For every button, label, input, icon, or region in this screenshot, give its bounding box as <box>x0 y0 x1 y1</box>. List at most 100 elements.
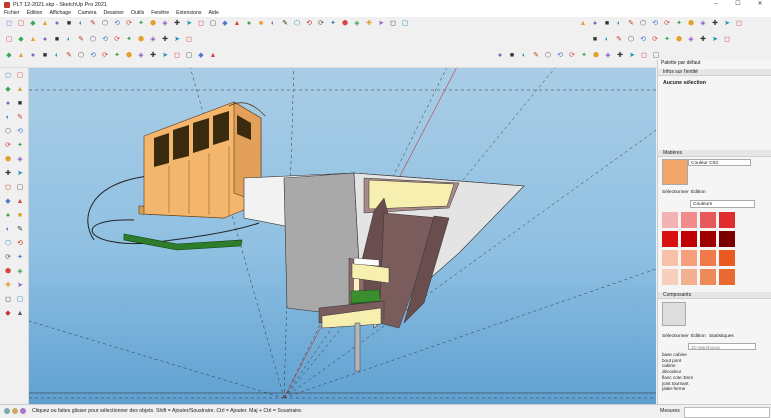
flip-edge-icon[interactable]: ⟳ <box>650 35 660 45</box>
add-location-icon[interactable]: ➤ <box>376 19 386 29</box>
paste-icon[interactable]: ■ <box>64 19 74 29</box>
material-swatch[interactable] <box>681 212 697 228</box>
follow-me-icon[interactable]: ◆ <box>4 51 14 61</box>
protractor-tool-icon[interactable]: ● <box>3 211 13 221</box>
shaded-textures-icon[interactable]: ➤ <box>722 19 732 29</box>
section-plane-icon[interactable]: ⟳ <box>112 35 122 45</box>
zoom-icon[interactable]: ◈ <box>352 19 362 29</box>
trash-icon[interactable]: ◻ <box>172 51 182 61</box>
scenes-icon[interactable]: ✦ <box>112 51 122 61</box>
walk-icon[interactable]: ⬡ <box>543 51 553 61</box>
look-around-icon[interactable]: ✎ <box>64 51 74 61</box>
copy-icon[interactable]: ● <box>52 19 62 29</box>
outer-shell-icon[interactable]: ● <box>28 51 38 61</box>
list-item[interactable]: plate-forme <box>662 386 693 392</box>
current-material-swatch[interactable] <box>662 159 688 185</box>
left-view-icon[interactable]: ⟲ <box>650 19 660 29</box>
sandbox-icon[interactable]: ■ <box>590 35 600 45</box>
tape-tool-icon[interactable]: ◆ <box>3 197 13 207</box>
shapes-icon[interactable]: ◻ <box>196 19 206 29</box>
material-swatch[interactable] <box>719 250 735 266</box>
arc-icon[interactable]: ➤ <box>184 19 194 29</box>
close-button[interactable]: ✕ <box>749 0 771 9</box>
measurements-input[interactable] <box>684 407 770 418</box>
entity-info-icon[interactable]: ✚ <box>148 51 158 61</box>
model-info-icon[interactable]: ⟳ <box>124 19 134 29</box>
top-view-icon[interactable]: ■ <box>602 19 612 29</box>
components-tab-stats[interactable]: Statistiques <box>709 334 734 339</box>
cut-icon[interactable]: ▲ <box>40 19 50 29</box>
tape-icon[interactable]: ◐ <box>268 19 278 29</box>
materials-tab-edit[interactable]: Édition <box>691 190 706 195</box>
record-icon[interactable]: ✦ <box>136 19 146 29</box>
orbit-tool-icon[interactable]: ⬡ <box>3 239 13 249</box>
arc-tool-icon[interactable]: ⟳ <box>3 141 13 151</box>
text-tool-icon[interactable]: ■ <box>15 211 25 221</box>
pan-icon[interactable]: ⬢ <box>340 19 350 29</box>
circle-tool-icon[interactable]: ⬡ <box>3 127 13 137</box>
solid-union-icon[interactable]: ✎ <box>76 35 86 45</box>
follow-me-icon[interactable]: ● <box>495 51 505 61</box>
hidden-line-icon[interactable]: ◈ <box>698 19 708 29</box>
maximize-button[interactable]: ☐ <box>727 0 749 9</box>
move-icon[interactable]: ▲ <box>232 19 242 29</box>
solid-subtract-icon[interactable]: ⬡ <box>88 35 98 45</box>
zoom-tool-icon[interactable]: ⟳ <box>3 253 13 263</box>
menu-edition[interactable]: Édition <box>27 10 43 16</box>
wireframe-icon[interactable]: ⬢ <box>686 19 696 29</box>
material-swatch[interactable] <box>719 269 735 285</box>
monochrome-icon[interactable]: ◻ <box>734 19 744 29</box>
menu-camera[interactable]: Caméra <box>78 10 96 16</box>
solid-trim-icon[interactable]: ◈ <box>686 35 696 45</box>
3dtext-tool-icon[interactable]: ✎ <box>15 225 25 235</box>
dimension-icon[interactable]: ⟲ <box>304 19 314 29</box>
offset-icon[interactable]: ◆ <box>220 19 230 29</box>
section-tool-icon[interactable]: ▢ <box>15 295 25 305</box>
menu-aide[interactable]: Aide <box>208 10 218 16</box>
add-detail-icon[interactable]: ⟲ <box>638 35 648 45</box>
material-swatch[interactable] <box>662 269 678 285</box>
fog-icon[interactable]: ◈ <box>148 35 158 45</box>
material-swatch[interactable] <box>662 212 678 228</box>
menu-fichier[interactable]: Fichier <box>4 10 20 16</box>
components-tab-select[interactable]: Sélectionner <box>662 334 689 339</box>
outliner-icon[interactable]: ⬢ <box>591 51 601 61</box>
intersect-icon[interactable]: ■ <box>507 51 517 61</box>
new-icon[interactable]: ◻ <box>4 19 14 29</box>
material-name-field[interactable]: Couleur C03 <box>688 159 751 166</box>
section-plane-icon[interactable]: ✚ <box>698 35 708 45</box>
zoomext-tool-icon[interactable]: ⬢ <box>3 267 13 277</box>
library-dropdown[interactable]: Couleurs <box>690 200 755 208</box>
shadows-icon[interactable]: ⬢ <box>136 35 146 45</box>
menu-dessiner[interactable]: Dessiner <box>103 10 123 16</box>
section-display-icon[interactable]: ⟳ <box>567 51 577 61</box>
print-icon[interactable]: ⟲ <box>112 19 122 29</box>
menu-extensions[interactable]: Extensions <box>176 10 201 16</box>
move-tool-icon[interactable]: ⬢ <box>3 155 13 165</box>
tags-icon[interactable]: ➤ <box>627 51 637 61</box>
drape-icon[interactable]: ● <box>40 35 50 45</box>
dimension-tool-icon[interactable]: ▲ <box>15 197 25 207</box>
add-detail-icon[interactable]: ■ <box>52 35 62 45</box>
freehand-tool-icon[interactable]: ■ <box>15 99 25 109</box>
extension-warehouse-icon[interactable]: ▢ <box>400 19 410 29</box>
material-swatch[interactable] <box>719 231 735 247</box>
orbit-icon[interactable]: ✦ <box>328 19 338 29</box>
position-camera-icon[interactable]: ✚ <box>3 281 13 291</box>
prevview-tool-icon[interactable]: ◈ <box>15 267 25 277</box>
paint-tool-icon[interactable]: ◆ <box>3 85 13 95</box>
camera-position-icon[interactable]: ✎ <box>531 51 541 61</box>
select-icon[interactable]: ⬢ <box>148 19 158 29</box>
material-swatch[interactable] <box>681 231 697 247</box>
eraser-icon[interactable]: ◈ <box>160 19 170 29</box>
rectangle-tool-icon[interactable]: ◐ <box>3 113 13 123</box>
component-tool-icon[interactable]: ▢ <box>15 71 25 81</box>
geo-location-icon[interactable] <box>4 408 10 414</box>
select-tool-icon[interactable]: ◻ <box>3 71 13 81</box>
tags-icon[interactable]: ◈ <box>136 51 146 61</box>
delete-icon[interactable]: ➤ <box>160 51 170 61</box>
redo-icon[interactable]: ⬡ <box>100 19 110 29</box>
pan-tool-icon[interactable]: ⟲ <box>15 239 25 249</box>
camera-position-icon[interactable]: ■ <box>40 51 50 61</box>
warehouse-icon[interactable]: ◻ <box>388 19 398 29</box>
